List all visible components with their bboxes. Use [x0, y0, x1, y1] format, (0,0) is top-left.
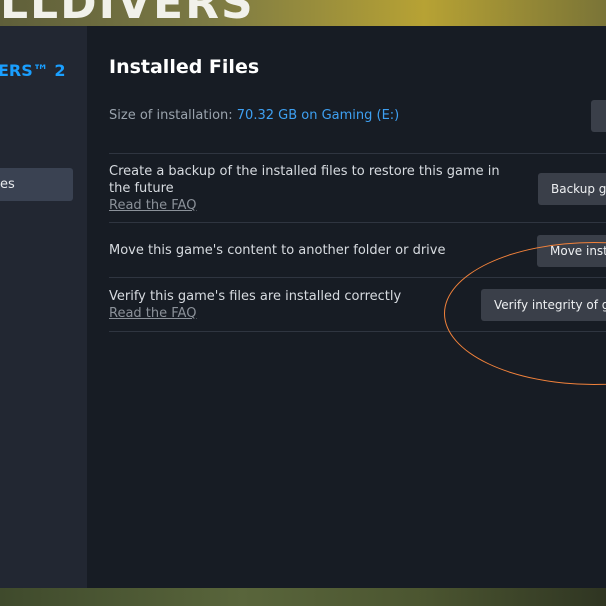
- game-banner: LLDIVERS: [0, 0, 606, 26]
- divider: [109, 331, 606, 332]
- app-window: LLDIVERS ERS™ 2 es Installed Files Size …: [0, 0, 606, 606]
- backup-description: Create a backup of the installed files t…: [109, 164, 500, 196]
- verify-description: Verify this game's files are installed c…: [109, 289, 402, 304]
- move-install-folder-button[interactable]: Move insta: [537, 235, 606, 267]
- sidebar: ERS™ 2 es: [0, 26, 87, 588]
- backup-game-button[interactable]: Backup ga: [538, 173, 606, 205]
- divider: [109, 222, 606, 223]
- size-value[interactable]: 70.32 GB on Gaming (E:): [237, 108, 399, 123]
- sidebar-item-installed-files[interactable]: es: [0, 168, 73, 201]
- backup-faq-link[interactable]: Read the FAQ: [109, 198, 196, 213]
- verify-integrity-button[interactable]: Verify integrity of ga: [481, 289, 606, 321]
- bottom-banner-strip: [0, 588, 606, 606]
- divider: [109, 153, 606, 154]
- game-title: ERS™ 2: [0, 61, 66, 80]
- sidebar-item-label: es: [0, 177, 15, 192]
- page-title: Installed Files: [109, 56, 260, 78]
- browse-folder-button[interactable]: [591, 100, 606, 132]
- installation-size: Size of installation: 70.32 GB on Gaming…: [109, 108, 399, 123]
- move-description: Move this game's content to another fold…: [109, 243, 446, 258]
- banner-text: LLDIVERS: [0, 0, 255, 26]
- main-panel: Installed Files Size of installation: 70…: [87, 26, 606, 588]
- verify-faq-link[interactable]: Read the FAQ: [109, 306, 196, 321]
- divider: [109, 277, 606, 278]
- size-label: Size of installation:: [109, 108, 237, 123]
